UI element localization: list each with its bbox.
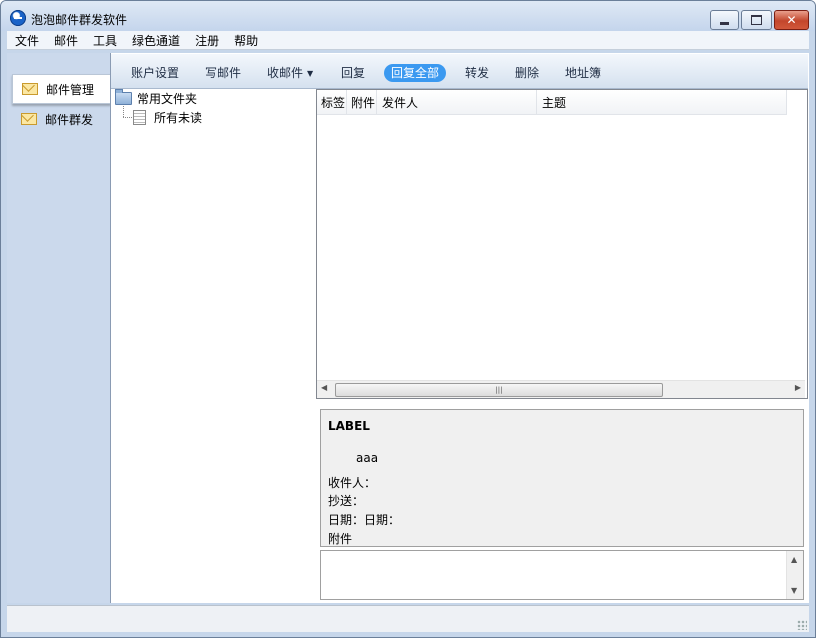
minimize-button[interactable]	[710, 10, 739, 30]
caret-down-icon: ▼	[307, 69, 314, 78]
menu-register[interactable]: 注册	[187, 32, 226, 49]
column-header-subject[interactable]: 主题	[537, 90, 787, 114]
message-text-area[interactable]: ▲ ▼	[320, 550, 804, 600]
mail-list-header: 标签 附件 发件人 主题	[317, 90, 787, 115]
scroll-right-icon[interactable]: ▶	[795, 383, 801, 392]
close-button[interactable]: ✕	[774, 10, 809, 30]
maximize-button[interactable]	[741, 10, 772, 30]
left-nav: 邮件管理 邮件群发	[7, 53, 111, 603]
compose-button[interactable]: 写邮件	[198, 64, 248, 82]
menu-green-channel[interactable]: 绿色通道	[124, 32, 187, 49]
menu-bar: 文件 邮件 工具 绿色通道 注册 帮助	[7, 31, 809, 50]
tree-node-label: 所有未读	[154, 110, 203, 125]
address-book-button[interactable]: 地址簿	[558, 64, 608, 82]
scroll-down-icon[interactable]: ▼	[791, 586, 797, 595]
maximize-icon	[751, 15, 762, 25]
main-window: 泡泡邮件群发软件 ✕ 文件 邮件 工具 绿色通道 注册 帮助 邮件管理 邮件群发…	[0, 0, 816, 638]
app-logo-icon	[10, 10, 26, 26]
mail-preview: LABEL aaa 收件人： 抄送： 日期：日期： 附件	[320, 409, 804, 547]
receive-button[interactable]: 收邮件 ▼	[260, 64, 320, 82]
menu-file[interactable]: 文件	[7, 32, 46, 49]
status-bar	[7, 605, 809, 632]
account-settings-button[interactable]: 账户设置	[124, 64, 186, 82]
preview-to: 收件人：	[328, 476, 377, 490]
window-title: 泡泡邮件群发软件	[31, 13, 128, 27]
column-header-tag[interactable]: 标签	[317, 90, 347, 114]
preview-label: LABEL	[328, 419, 370, 433]
minimize-icon	[720, 21, 729, 25]
vertical-scrollbar[interactable]: ▲ ▼	[786, 551, 803, 599]
horizontal-scrollbar[interactable]: ◀ ||| ▶	[317, 380, 805, 398]
forward-button[interactable]: 转发	[458, 64, 496, 82]
menu-help[interactable]: 帮助	[226, 32, 265, 49]
resize-grip-icon[interactable]	[797, 620, 807, 630]
menu-mail[interactable]: 邮件	[46, 32, 85, 49]
envelope-icon	[21, 113, 37, 125]
preview-attachment: 附件	[328, 532, 353, 546]
nav-item-label: 邮件群发	[45, 112, 94, 127]
nav-item-mail-management[interactable]: 邮件管理	[12, 74, 111, 104]
column-header-attachment[interactable]: 附件	[347, 90, 377, 114]
preview-body: aaa	[356, 451, 379, 465]
folder-tree: 常用文件夹 所有未读	[111, 88, 313, 603]
title-bar[interactable]: 泡泡邮件群发软件 ✕	[1, 1, 815, 31]
preview-date: 日期：日期：	[328, 513, 401, 527]
tree-node-label: 常用文件夹	[137, 91, 198, 106]
mail-list[interactable]: 标签 附件 发件人 主题 ◀ ||| ▶	[316, 89, 808, 399]
receive-label: 收邮件	[267, 66, 304, 80]
folder-icon	[115, 88, 132, 105]
reply-all-button[interactable]: 回复全部	[384, 64, 447, 82]
nav-item-label: 邮件管理	[46, 82, 95, 97]
envelope-icon	[22, 83, 38, 95]
toolbar: 账户设置 写邮件 收邮件 ▼ 回复 回复全部 转发 删除 地址簿	[111, 54, 808, 89]
scroll-thumb[interactable]: |||	[335, 383, 663, 397]
scroll-left-icon[interactable]: ◀	[321, 383, 327, 392]
reply-button[interactable]: 回复	[334, 64, 372, 82]
menu-tools[interactable]: 工具	[85, 32, 124, 49]
nav-item-mass-mailing[interactable]: 邮件群发	[12, 105, 115, 133]
column-header-sender[interactable]: 发件人	[377, 90, 537, 114]
tree-connector	[123, 117, 132, 118]
tree-node-all-unread[interactable]: 所有未读	[133, 109, 202, 125]
main-pane: 账户设置 写邮件 收邮件 ▼ 回复 回复全部 转发 删除 地址簿 常用文件夹 所有…	[110, 53, 809, 603]
tree-node-common-folders[interactable]: 常用文件夹	[115, 88, 198, 106]
tree-connector	[123, 106, 124, 117]
delete-button[interactable]: 删除	[508, 64, 546, 82]
preview-cc: 抄送：	[328, 494, 365, 508]
scroll-up-icon[interactable]: ▲	[791, 555, 797, 564]
document-icon	[133, 109, 146, 125]
